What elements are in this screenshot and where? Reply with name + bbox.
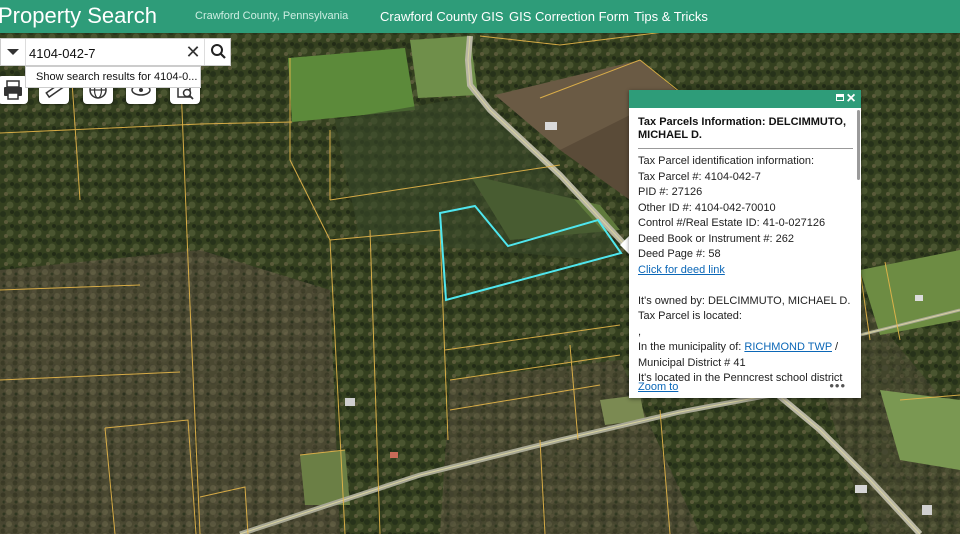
search-input[interactable] xyxy=(27,41,181,65)
close-icon[interactable]: × xyxy=(844,90,858,108)
deed-page-value: 58 xyxy=(708,248,721,260)
popup-header: × xyxy=(629,90,861,108)
district-value: 41 xyxy=(733,356,746,369)
located-label: Tax Parcel is located: xyxy=(638,310,742,322)
control-id-label: Control #/Real Estate ID: xyxy=(638,217,763,229)
nav-tips-tricks[interactable]: Tips & Tricks xyxy=(634,9,708,24)
pid-line: PID #: 27126 xyxy=(638,185,856,201)
control-id-line: Control #/Real Estate ID: 41-0-027126 xyxy=(638,216,856,232)
app-subtitle: Crawford County, Pennsylvania xyxy=(195,10,349,22)
tax-parcel-line: Tax Parcel #: 4104-042-7 xyxy=(638,170,856,186)
clear-search-icon[interactable]: ✕ xyxy=(183,41,203,63)
search-box: ✕ xyxy=(0,38,231,66)
tax-parcel-value: 4104-042-7 xyxy=(704,170,761,183)
search-source-dropdown[interactable] xyxy=(1,39,26,65)
app-header: Property Search Crawford County, Pennsyl… xyxy=(0,0,960,33)
popup-title: Tax Parcels Information: DELCIMMUTO, MIC… xyxy=(638,116,853,149)
app-title: Property Search xyxy=(0,3,157,28)
print-button[interactable] xyxy=(0,76,28,104)
zoom-to-link[interactable]: Zoom to xyxy=(638,381,678,393)
pid-label: PID #: xyxy=(638,186,672,198)
parcel-info-popup: × Tax Parcels Information: DELCIMMUTO, M… xyxy=(629,90,861,398)
search-suggestion[interactable]: Show search results for 4104-0... xyxy=(25,66,201,88)
district-label: Municipal District # xyxy=(638,356,734,369)
deed-page-label: Deed Page #: xyxy=(638,248,709,260)
owner-label: It's owned by: xyxy=(638,294,708,307)
deed-book-value: 262 xyxy=(775,232,794,245)
print-icon xyxy=(4,80,22,100)
deed-page-line: Deed Page #: 58 xyxy=(638,247,856,263)
municipality-separator: / xyxy=(831,341,839,353)
search-button[interactable] xyxy=(204,39,232,65)
other-id-line: Other ID #: 4104-042-70010 xyxy=(638,201,856,217)
other-id-label: Other ID #: xyxy=(638,201,695,214)
pid-value: 27126 xyxy=(671,186,703,198)
owner-value: DELCIMMUTO, MICHAEL D. xyxy=(707,294,851,307)
popup-scrollbar[interactable] xyxy=(857,110,860,180)
district-line: Municipal District # 41 xyxy=(638,356,856,372)
control-id-value: 41-0-027126 xyxy=(762,217,826,229)
tax-parcel-label: Tax Parcel #: xyxy=(638,170,705,183)
more-options-icon[interactable]: ••• xyxy=(829,378,846,393)
deed-link[interactable]: Click for deed link xyxy=(638,264,725,276)
maximize-icon[interactable] xyxy=(836,94,844,101)
deed-book-label: Deed Book or Instrument #: xyxy=(638,232,776,245)
nav-gis-correction-form[interactable]: GIS Correction Form xyxy=(509,9,629,24)
identification-heading: Tax Parcel identification information: xyxy=(638,155,815,167)
municipality-link[interactable]: RICHMOND TWP xyxy=(744,341,832,353)
address-comma: , xyxy=(638,325,642,338)
municipality-line: In the municipality of: RICHMOND TWP / xyxy=(638,340,856,356)
search-icon xyxy=(211,44,226,59)
popup-body: Tax Parcel identification information: T… xyxy=(638,154,856,382)
deed-link-line: Click for deed link xyxy=(638,263,856,279)
owner-line: It's owned by: DELCIMMUTO, MICHAEL D. xyxy=(638,294,856,310)
municipality-label: In the municipality of: xyxy=(638,341,745,353)
deed-book-line: Deed Book or Instrument #: 262 xyxy=(638,232,856,248)
other-id-value: 4104-042-70010 xyxy=(694,201,776,214)
nav-crawford-county-gis[interactable]: Crawford County GIS xyxy=(380,9,504,24)
